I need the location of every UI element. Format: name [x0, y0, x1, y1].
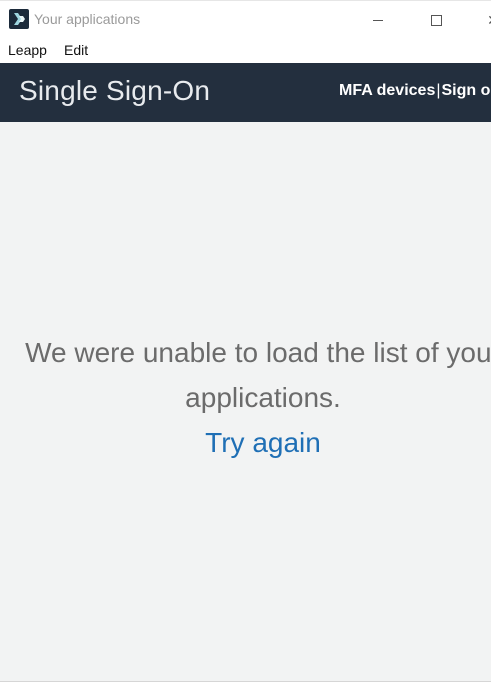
- try-again-link[interactable]: Try again: [0, 420, 491, 465]
- maximize-button[interactable]: [413, 1, 459, 39]
- main-content: We were unable to load the list of your …: [0, 122, 491, 682]
- minimize-button[interactable]: [355, 1, 401, 39]
- title-bar[interactable]: Your applications ✕: [0, 0, 491, 38]
- leapp-app-icon: [9, 9, 29, 29]
- menu-bar: Leapp Edit: [0, 38, 491, 63]
- page-header: Single Sign-On MFA devices|Sign out: [0, 63, 491, 122]
- close-button[interactable]: ✕: [470, 1, 491, 39]
- close-icon: ✕: [487, 13, 491, 27]
- mfa-devices-link[interactable]: MFA devices: [339, 82, 435, 99]
- window-title: Your applications: [34, 11, 141, 27]
- header-nav: MFA devices|Sign out: [339, 82, 491, 100]
- brand-title: Single Sign-On: [19, 75, 211, 106]
- app-window: Your applications ✕ Leapp Edit Single Si…: [0, 0, 491, 688]
- error-message: We were unable to load the list of your …: [0, 330, 491, 465]
- window-bottom-edge: [0, 682, 491, 688]
- menu-item-leapp[interactable]: Leapp: [8, 42, 47, 58]
- menu-item-edit[interactable]: Edit: [64, 42, 88, 58]
- sign-out-link[interactable]: Sign out: [442, 82, 491, 99]
- minimize-icon: [373, 19, 383, 21]
- maximize-icon: [430, 14, 442, 26]
- error-message-line1: We were unable to load the list of your: [25, 337, 491, 368]
- error-message-line2: applications.: [185, 382, 341, 413]
